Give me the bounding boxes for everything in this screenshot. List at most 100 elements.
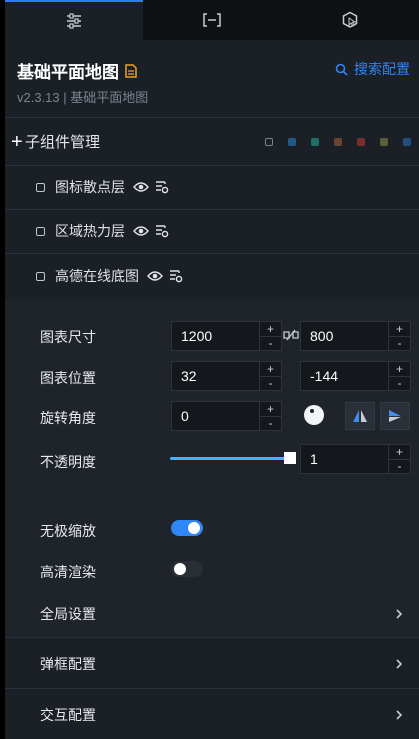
- divider: [5, 688, 419, 689]
- hd-render-toggle[interactable]: [171, 561, 203, 577]
- decrement-button[interactable]: -: [260, 335, 281, 351]
- link-ratio-icon[interactable]: [282, 328, 300, 342]
- search-config-link[interactable]: 搜索配置: [335, 59, 410, 79]
- section-interaction-config[interactable]: 交互配置: [5, 692, 419, 738]
- layer-settings-icon[interactable]: [155, 180, 169, 194]
- increment-button[interactable]: +: [389, 362, 410, 376]
- toggle-knob: [174, 563, 186, 575]
- plus-icon[interactable]: +: [11, 132, 23, 152]
- increment-button[interactable]: +: [260, 362, 281, 376]
- layer-checkbox[interactable]: [36, 226, 45, 236]
- search-config-label: 搜索配置: [354, 61, 410, 77]
- sliders-icon: [67, 13, 81, 29]
- divider: [5, 637, 419, 638]
- rotation-dial[interactable]: [304, 405, 324, 425]
- height-value[interactable]: 800: [301, 322, 388, 350]
- layer-item[interactable]: 图标散点层: [5, 165, 419, 209]
- flip-horizontal-icon: [353, 410, 367, 422]
- rotation-input[interactable]: 0 + -: [171, 401, 282, 431]
- color-dot[interactable]: [288, 138, 296, 146]
- opacity-slider-handle[interactable]: [284, 452, 296, 464]
- chevron-right-icon: [395, 658, 403, 670]
- rotation-label: 旋转角度: [40, 410, 96, 426]
- version-info: v2.3.13 | 基础平面地图: [17, 90, 149, 105]
- size-label: 图表尺寸: [40, 329, 96, 345]
- width-value[interactable]: 1200: [172, 322, 259, 350]
- flip-vertical-icon: [389, 410, 401, 422]
- opacity-label: 不透明度: [40, 454, 96, 470]
- color-dot[interactable]: [403, 138, 411, 146]
- tab-data[interactable]: [143, 0, 281, 40]
- opacity-input[interactable]: 1 + -: [300, 444, 411, 474]
- section-global-settings[interactable]: 全局设置: [5, 591, 419, 637]
- eye-icon[interactable]: [133, 181, 149, 193]
- color-dot[interactable]: [311, 138, 319, 146]
- subcomponent-header[interactable]: + 子组件管理: [5, 118, 419, 165]
- decrement-button[interactable]: -: [260, 415, 281, 431]
- position-label: 图表位置: [40, 370, 96, 386]
- rotation-value[interactable]: 0: [172, 402, 259, 430]
- section-label: 交互配置: [40, 707, 96, 723]
- x-value[interactable]: 32: [172, 362, 259, 390]
- tab-bar: [5, 0, 419, 40]
- document-icon[interactable]: [125, 63, 137, 78]
- toggle-knob: [188, 522, 200, 534]
- decrement-button[interactable]: -: [260, 375, 281, 391]
- layer-name: 区域热力层: [55, 223, 125, 239]
- layer-item[interactable]: 高德在线底图: [5, 254, 419, 298]
- config-panel: 基础平面地图 搜索配置 v2.3.13 | 基础平面地图 + 子组件管理 图标散…: [5, 0, 419, 739]
- tab-interaction[interactable]: [281, 0, 419, 40]
- decrement-button[interactable]: -: [389, 458, 410, 474]
- opacity-stepper: + -: [388, 445, 410, 473]
- increment-button[interactable]: +: [389, 322, 410, 336]
- layer-checkbox[interactable]: [36, 271, 45, 281]
- infinite-zoom-label: 无极缩放: [40, 523, 96, 539]
- bracket-minus-icon: [203, 13, 221, 27]
- color-dot[interactable]: [334, 138, 342, 146]
- infinite-zoom-toggle[interactable]: [171, 520, 203, 536]
- layer-name: 高德在线底图: [55, 268, 139, 284]
- chevron-right-icon: [395, 709, 403, 721]
- color-dots: [250, 138, 411, 146]
- y-value[interactable]: -144: [301, 362, 388, 390]
- height-stepper: + -: [388, 322, 410, 350]
- color-dot[interactable]: [380, 138, 388, 146]
- subcomponent-label: 子组件管理: [25, 134, 101, 151]
- decrement-button[interactable]: -: [389, 375, 410, 391]
- section-label: 弹框配置: [40, 656, 96, 672]
- flip-horizontal-button[interactable]: [345, 402, 375, 430]
- layer-name: 图标散点层: [55, 179, 125, 195]
- eye-icon[interactable]: [133, 225, 149, 237]
- increment-button[interactable]: +: [389, 445, 410, 459]
- increment-button[interactable]: +: [260, 322, 281, 336]
- eye-icon[interactable]: [147, 270, 163, 282]
- height-input[interactable]: 800 + -: [300, 321, 411, 351]
- x-stepper: + -: [259, 362, 281, 390]
- color-dot[interactable]: [357, 138, 365, 146]
- color-dot[interactable]: [265, 138, 273, 146]
- rotation-stepper: + -: [259, 402, 281, 430]
- section-label: 全局设置: [40, 606, 96, 622]
- layer-settings-icon[interactable]: [155, 224, 169, 238]
- title-row: 基础平面地图: [17, 58, 137, 83]
- increment-button[interactable]: +: [260, 402, 281, 416]
- hd-render-label: 高清渲染: [40, 564, 96, 580]
- width-stepper: + -: [259, 322, 281, 350]
- opacity-slider-track[interactable]: [170, 457, 289, 460]
- y-stepper: + -: [388, 362, 410, 390]
- layer-checkbox[interactable]: [36, 182, 45, 192]
- hexagon-pointer-icon: [342, 11, 358, 28]
- x-input[interactable]: 32 + -: [171, 361, 282, 391]
- flip-vertical-button[interactable]: [380, 402, 410, 430]
- width-input[interactable]: 1200 + -: [171, 321, 282, 351]
- tab-style[interactable]: [5, 0, 143, 40]
- y-input[interactable]: -144 + -: [300, 361, 411, 391]
- opacity-value[interactable]: 1: [301, 445, 388, 473]
- component-title: 基础平面地图: [17, 63, 119, 82]
- section-popup-config[interactable]: 弹框配置: [5, 641, 419, 687]
- layer-item[interactable]: 区域热力层: [5, 209, 419, 253]
- search-icon: [335, 63, 348, 76]
- layer-settings-icon[interactable]: [169, 269, 183, 283]
- decrement-button[interactable]: -: [389, 335, 410, 351]
- chevron-right-icon: [395, 608, 403, 620]
